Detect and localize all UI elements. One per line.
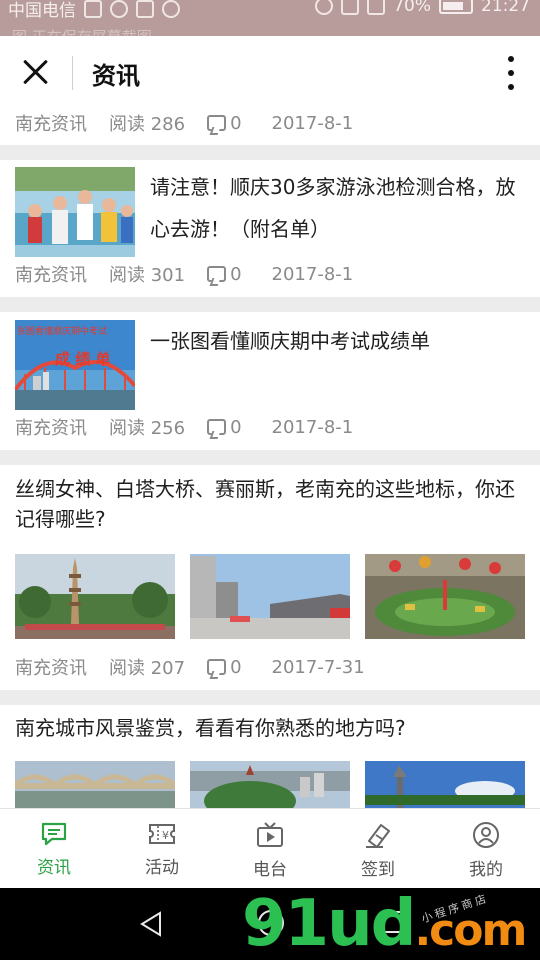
image-icon: [136, 0, 154, 18]
article-title: 请注意！顺庆30多家游泳池检测合格，放心去游！（附名单）: [150, 175, 516, 241]
article-image: [190, 554, 350, 639]
article-title: 南充城市风景鉴赏，看看有你熟悉的地方吗?: [15, 716, 406, 740]
status-bar: 中国电信 70% 21:27 图 正在保存屏幕截图: [0, 0, 540, 46]
tab-profile[interactable]: 我的: [432, 809, 540, 888]
play-icon: [110, 0, 128, 18]
separator: [0, 690, 540, 705]
article-image: [365, 761, 525, 808]
article-source: 南充资讯: [15, 658, 87, 679]
article-source: 南充资讯: [15, 114, 87, 135]
page-title: 资讯: [92, 62, 140, 90]
article-meta: 南充资讯 阅读 286 0 2017-8-1: [15, 108, 353, 138]
svg-text:¥: ¥: [162, 829, 169, 842]
hd-icon: [84, 0, 102, 18]
comment-icon: [207, 659, 227, 675]
list-item[interactable]: 请注意！顺庆30多家游泳池检测合格，放心去游！（附名单） 南充资讯 阅读 301…: [0, 160, 540, 297]
sim-icon: [367, 0, 386, 15]
signal-icon: [341, 0, 360, 15]
app-header: 资讯: [0, 36, 540, 108]
tab-label: 活动: [145, 858, 179, 878]
tab-news[interactable]: 资讯: [0, 809, 108, 888]
article-image: [365, 554, 525, 639]
list-item[interactable]: 丝绸女神、白塔大桥、赛丽斯，老南充的这些地标，你还记得哪些? 南充资讯 阅读 2…: [0, 465, 540, 690]
article-comments: 0: [207, 657, 242, 678]
close-icon[interactable]: [18, 54, 54, 90]
chat-icon: [41, 822, 67, 846]
comment-icon: [207, 419, 227, 435]
article-date: 2017-7-31: [271, 656, 365, 678]
article-reads: 阅读 286: [109, 114, 186, 135]
tv-icon: [257, 822, 283, 847]
article-title: 一张图看懂顺庆期中考试成绩单: [150, 329, 430, 353]
article-reads: 阅读 256: [109, 418, 186, 439]
comment-icon: [207, 115, 227, 131]
article-source: 南充资讯: [15, 265, 87, 286]
comment-icon: [207, 266, 227, 282]
article-comments: 0: [207, 264, 242, 285]
article-meta: 南充资讯 阅读 207 0 2017-7-31: [15, 652, 365, 682]
article-title: 丝绸女神、白塔大桥、赛丽斯，老南充的这些地标，你还记得哪些?: [15, 477, 515, 531]
tab-signin[interactable]: 签到: [324, 809, 432, 888]
clock: 21:27: [481, 0, 530, 16]
user-icon: [473, 822, 499, 848]
tab-label: 签到: [361, 860, 395, 880]
list-item[interactable]: 南充资讯 阅读 286 0 2017-8-1: [0, 108, 540, 145]
tab-label: 电台: [253, 860, 287, 880]
battery-percent: 70%: [393, 0, 431, 16]
tab-label: 资讯: [37, 858, 71, 878]
list-item[interactable]: 南充城市风景鉴赏，看看有你熟悉的地方吗?: [0, 705, 540, 808]
article-source: 南充资讯: [15, 418, 87, 439]
signin-icon: [366, 824, 390, 848]
article-comments: 0: [207, 417, 242, 438]
separator: [0, 145, 540, 160]
article-reads: 阅读 207: [109, 658, 186, 679]
article-thumbnail: [15, 167, 135, 257]
article-thumbnail: 张图看懂顺庆期中考试 成 绩 单: [15, 320, 135, 410]
article-date: 2017-8-1: [271, 112, 354, 134]
article-meta: 南充资讯 阅读 301 0 2017-8-1: [15, 259, 353, 289]
ticket-icon: ¥: [149, 824, 175, 844]
article-image: [15, 761, 175, 808]
article-date: 2017-8-1: [271, 416, 354, 438]
article-reads: 阅读 301: [109, 265, 186, 286]
tab-events[interactable]: ¥ 活动: [108, 809, 216, 888]
header-divider: [72, 56, 73, 90]
battery-icon: [439, 0, 473, 14]
block-icon: [162, 0, 180, 18]
article-date: 2017-8-1: [271, 263, 354, 285]
mute-icon: [315, 0, 334, 15]
back-icon[interactable]: [138, 910, 164, 938]
tab-radio[interactable]: 电台: [216, 809, 324, 888]
article-image: [190, 761, 350, 808]
bottom-tab-bar: 资讯 ¥ 活动 电台 签到 我的: [0, 808, 540, 888]
carrier-label: 中国电信: [8, 1, 76, 21]
separator: [0, 297, 540, 312]
list-item[interactable]: 张图看懂顺庆期中考试 成 绩 单 一张图看懂顺庆期中考试成绩单 南充资讯 阅读 …: [0, 312, 540, 450]
separator: [0, 450, 540, 465]
tab-label: 我的: [469, 860, 503, 880]
article-comments: 0: [207, 113, 242, 134]
article-image: [15, 554, 175, 639]
thumb-caption-main: 成 绩 单: [55, 350, 110, 368]
article-meta: 南充资讯 阅读 256 0 2017-8-1: [15, 412, 353, 442]
thumb-caption: 张图看懂顺庆期中考试: [17, 325, 107, 337]
more-menu-icon[interactable]: [506, 56, 516, 90]
